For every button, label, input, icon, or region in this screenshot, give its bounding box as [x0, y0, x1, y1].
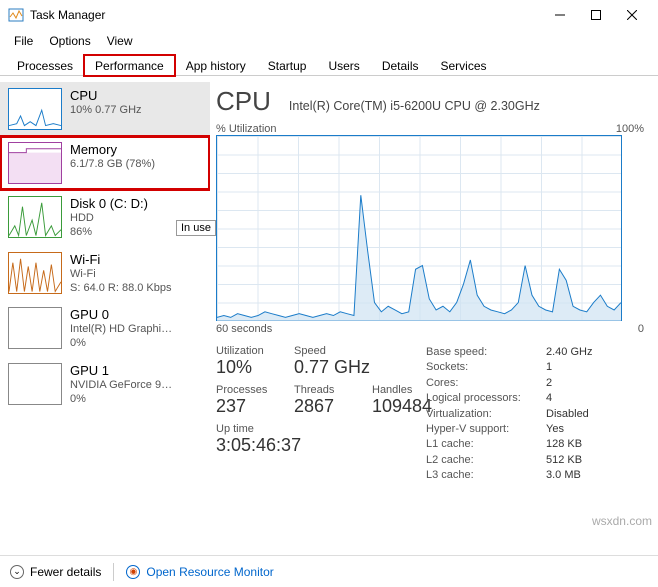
spec-key: Sockets: — [426, 360, 546, 375]
sidebar: CPU 10% 0.77 GHz Memory 6.1/7.8 GB (78%)… — [0, 76, 210, 566]
sidebar-item-sub2: 86% — [70, 225, 148, 239]
sidebar-item-label: Wi-Fi — [70, 252, 172, 267]
tab-strip: Processes Performance App history Startu… — [0, 52, 658, 76]
sidebar-item-sub2: 0% — [70, 392, 172, 406]
cpu-thumb-icon — [8, 88, 62, 130]
fewer-details-button[interactable]: Fewer details — [30, 565, 101, 579]
tab-services[interactable]: Services — [430, 55, 498, 76]
menubar: File Options View — [0, 30, 658, 52]
cpu-model: Intel(R) Core(TM) i5-6200U CPU @ 2.30GHz — [289, 99, 540, 113]
spec-key: Virtualization: — [426, 407, 546, 422]
util-label: Utilization — [216, 345, 276, 357]
menu-view[interactable]: View — [99, 32, 141, 50]
chart-ymax: 100% — [616, 123, 644, 135]
tab-users[interactable]: Users — [317, 55, 370, 76]
spec-val: 2.40 GHz — [546, 345, 592, 360]
sidebar-item-label: Disk 0 (C: D:) — [70, 196, 148, 211]
sidebar-item-sub: Intel(R) HD Graphi… — [70, 322, 172, 336]
menu-file[interactable]: File — [6, 32, 41, 50]
chart-xleft: 60 seconds — [216, 323, 272, 335]
wifi-thumb-icon — [8, 252, 62, 294]
open-resource-monitor-link[interactable]: Open Resource Monitor — [146, 565, 273, 579]
hnd-label: Handles — [372, 384, 432, 396]
util-value: 10% — [216, 357, 276, 378]
sidebar-item-sub: Wi-Fi — [70, 267, 172, 281]
app-icon — [8, 7, 24, 23]
sidebar-item-wifi[interactable]: Wi-Fi Wi-Fi S: 64.0 R: 88.0 Kbps — [0, 246, 210, 302]
spec-val: 4 — [546, 391, 552, 406]
utilization-chart — [216, 135, 622, 321]
sidebar-item-label: GPU 1 — [70, 363, 172, 378]
spec-key: Cores: — [426, 376, 546, 391]
chevron-down-icon[interactable]: ⌄ — [10, 565, 24, 579]
spec-list: Base speed:2.40 GHzSockets:1Cores:2Logic… — [426, 345, 644, 484]
spec-val: 3.0 MB — [546, 468, 581, 483]
chart-ylabel: % Utilization — [216, 123, 277, 135]
spec-val: 1 — [546, 360, 552, 375]
sidebar-item-gpu0[interactable]: GPU 0 Intel(R) HD Graphi… 0% — [0, 301, 210, 357]
spec-key: Hyper-V support: — [426, 422, 546, 437]
spec-val: Yes — [546, 422, 564, 437]
spec-key: L3 cache: — [426, 468, 546, 483]
thr-label: Threads — [294, 384, 354, 396]
disk-thumb-icon — [8, 196, 62, 238]
tab-processes[interactable]: Processes — [6, 55, 84, 76]
hnd-value: 109484 — [372, 396, 432, 417]
sidebar-item-sub: 10% 0.77 GHz — [70, 103, 142, 117]
gpu0-thumb-icon — [8, 307, 62, 349]
titlebar: Task Manager — [0, 0, 658, 30]
watermark: wsxdn.com — [592, 514, 652, 528]
speed-value: 0.77 GHz — [294, 357, 370, 378]
sidebar-item-cpu[interactable]: CPU 10% 0.77 GHz — [0, 82, 210, 136]
spec-key: L2 cache: — [426, 453, 546, 468]
memory-thumb-icon — [8, 142, 62, 184]
sidebar-item-label: GPU 0 — [70, 307, 172, 322]
gpu1-thumb-icon — [8, 363, 62, 405]
sidebar-item-label: Memory — [70, 142, 155, 157]
sidebar-item-memory[interactable]: Memory 6.1/7.8 GB (78%) — [0, 136, 210, 190]
uptime-value: 3:05:46:37 — [216, 435, 426, 456]
uptime-label: Up time — [216, 423, 426, 435]
sidebar-item-label: CPU — [70, 88, 142, 103]
proc-value: 237 — [216, 396, 276, 417]
footer: ⌄ Fewer details ◉ Open Resource Monitor — [0, 555, 658, 587]
maximize-button[interactable] — [578, 1, 614, 29]
sidebar-item-sub: 6.1/7.8 GB (78%) — [70, 157, 155, 171]
sidebar-item-disk[interactable]: Disk 0 (C: D:) HDD 86% — [0, 190, 210, 246]
monitor-icon: ◉ — [126, 565, 140, 579]
menu-options[interactable]: Options — [41, 32, 98, 50]
sidebar-item-sub2: S: 64.0 R: 88.0 Kbps — [70, 281, 172, 295]
spec-val: 128 KB — [546, 437, 582, 452]
thr-value: 2867 — [294, 396, 354, 417]
spec-key: L1 cache: — [426, 437, 546, 452]
page-title: CPU — [216, 86, 271, 117]
sidebar-item-sub: HDD — [70, 211, 148, 225]
tab-performance[interactable]: Performance — [84, 55, 175, 76]
minimize-button[interactable] — [542, 1, 578, 29]
spec-val: 512 KB — [546, 453, 582, 468]
spec-val: 2 — [546, 376, 552, 391]
spec-val: Disabled — [546, 407, 589, 422]
speed-label: Speed — [294, 345, 370, 357]
sidebar-item-sub2: 0% — [70, 336, 172, 350]
main-panel: CPU Intel(R) Core(TM) i5-6200U CPU @ 2.3… — [210, 76, 658, 566]
window-title: Task Manager — [30, 8, 542, 22]
sidebar-item-sub: NVIDIA GeForce 9… — [70, 378, 172, 392]
tab-apphistory[interactable]: App history — [175, 55, 257, 76]
divider — [113, 563, 114, 581]
spec-key: Base speed: — [426, 345, 546, 360]
chart-xright: 0 — [638, 323, 644, 335]
proc-label: Processes — [216, 384, 276, 396]
tab-startup[interactable]: Startup — [257, 55, 318, 76]
spec-key: Logical processors: — [426, 391, 546, 406]
tab-details[interactable]: Details — [371, 55, 430, 76]
sidebar-item-gpu1[interactable]: GPU 1 NVIDIA GeForce 9… 0% — [0, 357, 210, 413]
close-button[interactable] — [614, 1, 650, 29]
